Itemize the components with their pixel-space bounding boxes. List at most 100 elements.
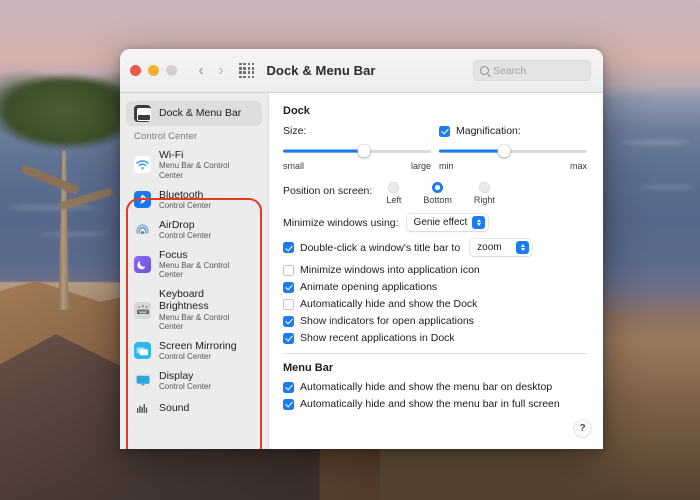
keyboard-icon — [134, 301, 151, 319]
magnification-slider[interactable] — [439, 144, 587, 158]
dock-section-title: Dock — [283, 105, 310, 117]
minimize-window-button[interactable] — [148, 65, 159, 76]
sidebar-item-label: Screen Mirroring — [159, 340, 237, 352]
sidebar-item-airdrop[interactable]: AirDrop Control Center — [126, 215, 262, 245]
checkbox-row[interactable]: Automatically hide and show the menu bar… — [283, 381, 587, 393]
dock-size-min-label: small — [283, 161, 305, 171]
sound-icon — [134, 399, 151, 417]
close-window-button[interactable] — [130, 65, 141, 76]
search-field[interactable]: Search — [473, 60, 591, 81]
checkbox-row[interactable]: Show recent applications in Dock — [283, 332, 587, 344]
section-divider — [283, 353, 587, 354]
sidebar-item-label: Focus — [159, 248, 188, 261]
show-indicators-checkbox[interactable] — [283, 315, 294, 327]
sidebar-item-sublabel: Menu Bar & Control Center — [159, 161, 230, 180]
sidebar-item-label: AirDrop — [159, 218, 195, 231]
double-click-action-value: zoom — [477, 242, 502, 253]
sidebar-item-sublabel: Control Center — [159, 352, 212, 362]
sidebar-item-sublabel: Menu Bar & Control Center — [159, 260, 230, 280]
wallpaper-wave — [40, 232, 110, 236]
wallpaper-wave — [8, 205, 98, 210]
chevron-updown-icon — [516, 241, 530, 254]
sidebar-group-header: Control Center — [134, 131, 198, 142]
radio-bottom[interactable] — [432, 182, 444, 193]
checkbox-row[interactable]: Automatically hide and show the Dock — [283, 298, 587, 310]
position-option-right[interactable]: Right — [474, 182, 495, 205]
sidebar-item-label: Display — [159, 369, 194, 382]
magnification-checkbox[interactable] — [439, 125, 450, 137]
magnification-min-label: min — [439, 161, 454, 171]
desktop-wallpaper: ‹ › Dock & Menu Bar Search Dock & Menu B… — [0, 0, 700, 500]
search-icon — [480, 66, 489, 75]
zoom-window-button[interactable] — [166, 65, 177, 76]
menu-bar-section-title: Menu Bar — [283, 362, 334, 374]
checkbox-label: Automatically hide and show the menu bar… — [300, 398, 560, 410]
sidebar-item-dock-menu-bar[interactable]: Dock & Menu Bar — [126, 101, 262, 126]
airdrop-icon — [134, 221, 151, 239]
checkbox-row[interactable]: Animate opening applications — [283, 281, 587, 293]
radio-left[interactable] — [388, 182, 400, 193]
chevron-updown-icon — [472, 216, 486, 229]
help-button[interactable]: ? — [574, 420, 591, 437]
window-title: Dock & Menu Bar — [266, 63, 376, 78]
dock-size-slider[interactable] — [283, 144, 431, 158]
position-on-screen-label: Position on screen: — [283, 185, 373, 197]
wallpaper-wave — [640, 185, 695, 189]
checkbox-row[interactable]: Show indicators for open applications — [283, 315, 587, 327]
animate-opening-apps-checkbox[interactable] — [283, 281, 294, 293]
auto-hide-dock-checkbox[interactable] — [283, 298, 294, 310]
dock-icon — [134, 105, 151, 122]
checkbox-label: Animate opening applications — [300, 281, 438, 293]
wifi-icon — [134, 156, 151, 174]
position-option-left[interactable]: Left — [386, 182, 401, 205]
sidebar-item-focus[interactable]: Focus Menu Bar & Control Center — [126, 245, 262, 285]
sidebar-item-sound[interactable]: Sound — [126, 396, 262, 421]
focus-moon-icon — [134, 255, 151, 273]
slider-knob[interactable] — [357, 144, 371, 158]
window-titlebar: ‹ › Dock & Menu Bar Search — [120, 49, 603, 93]
system-preferences-window: ‹ › Dock & Menu Bar Search Dock & Menu B… — [120, 49, 603, 449]
double-click-title-bar-label: Double-click a window's title bar to — [300, 241, 461, 254]
double-click-title-bar-checkbox[interactable] — [283, 242, 294, 253]
checkbox-label: Automatically hide and show the Dock — [300, 298, 478, 310]
wallpaper-wave — [620, 140, 690, 145]
sidebar-item-sublabel: Menu Bar & Control Center — [159, 312, 230, 332]
back-button[interactable]: ‹ — [191, 62, 211, 79]
sidebar-item-bluetooth[interactable]: Bluetooth Control Center — [126, 185, 262, 215]
main-content-pane: Dock Size: small large Magnification: mi… — [268, 93, 603, 449]
forward-button[interactable]: › — [211, 62, 231, 79]
sidebar-item-wifi[interactable]: Wi-Fi Menu Bar & Control Center — [126, 145, 262, 185]
magnification-label: Magnification: — [456, 125, 521, 137]
position-right-label: Right — [473, 195, 495, 205]
sidebar: Dock & Menu Bar Control Center Wi-Fi Men… — [120, 93, 268, 449]
bluetooth-icon — [134, 191, 151, 209]
show-recent-apps-checkbox[interactable] — [283, 332, 294, 344]
show-all-grid-icon[interactable] — [239, 62, 255, 79]
auto-hide-menubar-fullscreen-checkbox[interactable] — [283, 398, 294, 410]
minimize-effect-dropdown[interactable]: Genie effect — [406, 214, 489, 231]
auto-hide-menubar-desktop-checkbox[interactable] — [283, 381, 294, 393]
minimize-into-app-icon-checkbox[interactable] — [283, 264, 294, 276]
sidebar-item-sublabel: Control Center — [159, 230, 212, 240]
double-click-action-dropdown[interactable]: zoom — [470, 239, 533, 256]
radio-right[interactable] — [478, 182, 490, 193]
checkbox-row[interactable]: Automatically hide and show the menu bar… — [283, 398, 587, 410]
position-option-bottom[interactable]: Bottom — [423, 182, 452, 205]
sidebar-item-label: Bluetooth — [159, 188, 204, 201]
magnification-max-label: max — [569, 161, 587, 171]
checkbox-row[interactable]: Minimize windows into application icon — [283, 264, 587, 276]
sidebar-item-keyboard-brightness[interactable]: Keyboard Brightness Menu Bar & Control C… — [126, 284, 262, 336]
checkbox-label: Show indicators for open applications — [300, 315, 474, 327]
slider-knob[interactable] — [497, 144, 511, 158]
sidebar-item-screen-mirroring[interactable]: Screen Mirroring Control Center — [126, 336, 262, 366]
minimize-effect-value: Genie effect — [413, 217, 468, 228]
position-bottom-label: Bottom — [423, 195, 452, 205]
checkbox-label: Minimize windows into application icon — [300, 264, 480, 276]
wallpaper-tree-branch — [20, 164, 80, 195]
sidebar-item-display[interactable]: Display Control Center — [126, 366, 262, 396]
sidebar-item-label: Sound — [159, 402, 190, 415]
minimize-using-label: Minimize windows using: — [283, 216, 399, 229]
sidebar-item-sublabel: Control Center — [159, 200, 212, 210]
window-body: Dock & Menu Bar Control Center Wi-Fi Men… — [120, 93, 603, 449]
checkbox-label: Automatically hide and show the menu bar… — [300, 381, 553, 393]
